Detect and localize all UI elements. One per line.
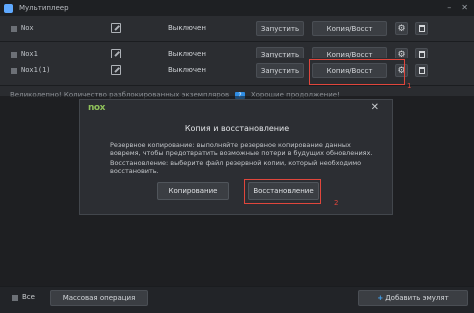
- instance-status: Выключен: [168, 24, 206, 32]
- row-checkbox[interactable]: [11, 68, 17, 74]
- close-window-button[interactable]: ✕: [461, 3, 468, 13]
- multiplayer-window: Мультиплеер – ✕ Nox Выключен Запустить К…: [0, 0, 474, 313]
- row-checkbox[interactable]: [11, 26, 17, 32]
- select-all-label: Все: [22, 293, 35, 301]
- minimize-button[interactable]: –: [447, 3, 451, 13]
- instance-status: Выключен: [168, 66, 206, 74]
- backup-description: Резервное копирование: выполняйте резерв…: [110, 141, 373, 157]
- backup-restore-button[interactable]: Копия/Восст: [312, 63, 387, 78]
- title-bar: Мультиплеер – ✕: [0, 0, 474, 16]
- instance-row: Nox1(1) Выключен Запустить Копия/Восст ⚙: [0, 58, 474, 86]
- step-marker: 2: [334, 199, 339, 207]
- dialog-description: Резервное копирование: выполняйте резерв…: [110, 141, 375, 177]
- plus-icon: +: [377, 294, 384, 302]
- gear-icon[interactable]: ⚙: [395, 64, 408, 77]
- bulk-operation-button[interactable]: Массовая операция: [50, 290, 148, 306]
- instance-name: Nox1: [21, 50, 38, 58]
- add-emulator-label: Добавить эмулят: [385, 294, 449, 302]
- bottom-toolbar: Все Массовая операция + Добавить эмулят: [0, 286, 474, 313]
- edit-icon[interactable]: [111, 65, 121, 75]
- run-button[interactable]: Запустить: [256, 63, 304, 78]
- trash-icon[interactable]: [415, 22, 428, 35]
- instance-name: Nox: [21, 24, 34, 32]
- backup-restore-button[interactable]: Копия/Восст: [312, 21, 387, 36]
- dialog-header: nox ✕: [80, 100, 392, 116]
- dialog-title: Копия и восстановление: [184, 124, 290, 133]
- nox-logo: nox: [88, 103, 105, 113]
- add-emulator-button[interactable]: + Добавить эмулят: [358, 290, 468, 306]
- app-icon: [4, 3, 13, 13]
- gear-icon[interactable]: ⚙: [395, 22, 408, 35]
- edit-icon[interactable]: [111, 23, 121, 33]
- run-button[interactable]: Запустить: [256, 21, 304, 36]
- instance-name: Nox1(1): [21, 66, 51, 74]
- copy-button[interactable]: Копирование: [157, 182, 229, 200]
- restore-description: Восстановление: выберите файл резервной …: [110, 159, 362, 175]
- backup-restore-dialog: nox ✕ Копия и восстановление Резервное к…: [79, 99, 393, 215]
- instance-status: Выключен: [168, 50, 206, 58]
- trash-icon[interactable]: [415, 64, 428, 77]
- close-icon[interactable]: ✕: [371, 102, 379, 113]
- select-all-checkbox[interactable]: [12, 295, 18, 301]
- restore-button[interactable]: Восстановление: [248, 182, 319, 200]
- instance-row: Nox Выключен Запустить Копия/Восст ⚙: [0, 16, 474, 42]
- window-title: Мультиплеер: [19, 4, 69, 12]
- step-marker: 1: [407, 82, 412, 90]
